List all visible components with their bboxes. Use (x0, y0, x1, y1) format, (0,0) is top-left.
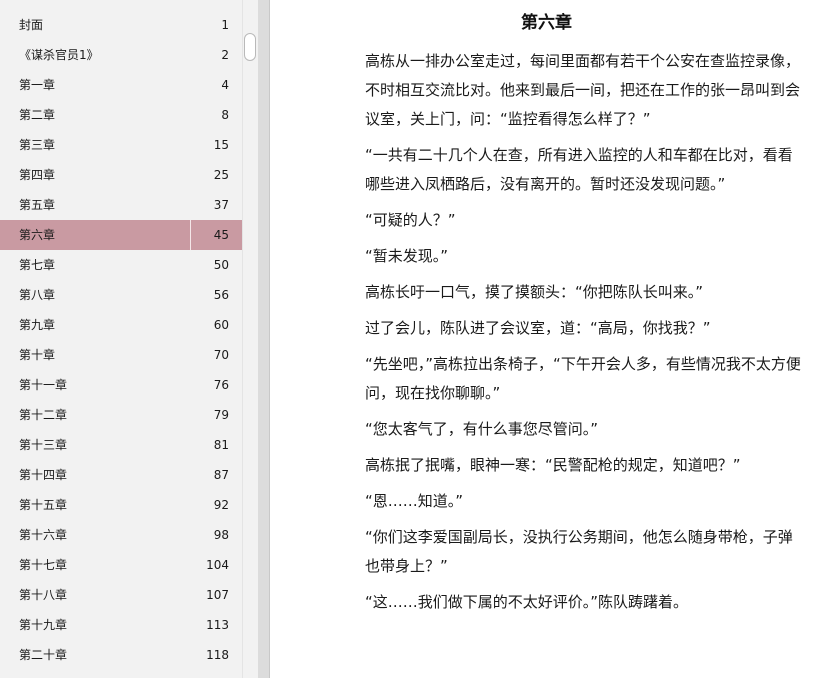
toc-item-page: 45 (213, 228, 229, 242)
toc-item-page: 76 (213, 378, 229, 392)
toc-item-active[interactable]: 第六章 45 (0, 220, 242, 250)
chapter-body: 高栋从一排办公室走过，每间里面都有若干个公安在查监控录像，不时相互交流比对。他来… (365, 47, 805, 624)
panel-splitter[interactable] (258, 0, 270, 678)
paragraph: “你们这李爱国副局长，没执行公务期间，他怎么随身带枪，子弹也带身上？” (365, 528, 793, 575)
toc-item[interactable]: 第十三章 81 (0, 430, 242, 460)
toc-item-page: 107 (206, 588, 229, 602)
toc-item-title: 第九章 (19, 318, 56, 332)
toc-item-page: 81 (213, 438, 229, 452)
toc-item-page: 98 (213, 528, 229, 542)
toc-item-title: 第十七章 (19, 558, 68, 572)
toc-item[interactable]: 第十七章 104 (0, 550, 242, 580)
toc-item-title: 第八章 (19, 288, 56, 302)
toc-item-title: 第十章 (19, 348, 56, 362)
toc-item-title: 第十六章 (19, 528, 68, 542)
paragraph: 高栋抿了抿嘴，眼神一寒：“民警配枪的规定，知道吧？” (365, 456, 741, 474)
toc-item-title: 第二章 (19, 108, 56, 122)
paragraph: “一共有二十几个人在查，所有进入监控的人和车都在比对，看看哪些进入凤栖路后，没有… (365, 146, 793, 193)
toc-item-page: 113 (206, 618, 229, 632)
toc-item-page: 37 (213, 198, 229, 212)
toc-item-page: 2 (221, 48, 229, 62)
toc-item-page: 25 (213, 168, 229, 182)
toc-item[interactable]: 第五章 37 (0, 190, 242, 220)
toc-item-title: 第四章 (19, 168, 56, 182)
toc-scrollbar[interactable] (242, 0, 258, 678)
toc-item[interactable]: 第二十章 118 (0, 640, 242, 670)
toc-item[interactable]: 第八章 56 (0, 280, 242, 310)
chapter-title: 第六章 (521, 13, 572, 33)
toc-item[interactable]: 第十八章 107 (0, 580, 242, 610)
toc-item[interactable]: 封面 1 (0, 10, 242, 40)
toc-item-title: 《谋杀官员1》 (19, 48, 99, 62)
toc-item-title: 第十九章 (19, 618, 68, 632)
paragraph: “可疑的人？” (365, 211, 456, 229)
toc-item[interactable]: 第十九章 113 (0, 610, 242, 640)
toc-item-page: 50 (213, 258, 229, 272)
toc-item-page: 60 (213, 318, 229, 332)
toc-item-page: 1 (221, 18, 229, 32)
toc-item-page: 70 (213, 348, 229, 362)
toc-item[interactable]: 第十六章 98 (0, 520, 242, 550)
toc-item-title: 第二十章 (19, 648, 68, 662)
toc-item-title: 第五章 (19, 198, 56, 212)
paragraph: “恩……知道。” (365, 492, 464, 510)
toc-item-page: 92 (213, 498, 229, 512)
toc-item[interactable]: 第一章 4 (0, 70, 242, 100)
toc-item-page: 87 (213, 468, 229, 482)
paragraph: 高栋长吁一口气，摸了摸额头：“你把陈队长叫来。” (365, 283, 704, 301)
toc-item-title: 封面 (19, 18, 44, 32)
toc-item-title: 第一章 (19, 78, 56, 92)
toc-item[interactable]: 第十四章 87 (0, 460, 242, 490)
toc-item-page: 56 (213, 288, 229, 302)
toc-item-page: 118 (206, 648, 229, 662)
toc-item-page: 15 (213, 138, 229, 152)
toc-item[interactable]: 《谋杀官员1》 2 (0, 40, 242, 70)
toc-item[interactable]: 第四章 25 (0, 160, 242, 190)
toc-item-page: 8 (221, 108, 229, 122)
toc-list: 封面 1 《谋杀官员1》 2 第一章 4 第二章 8 第三章 15 第四章 25 第五章 37 第六章 45 第… (0, 10, 242, 670)
toc-item[interactable]: 第十五章 92 (0, 490, 242, 520)
scrollbar-thumb[interactable] (244, 33, 256, 61)
toc-item-title: 第十二章 (19, 408, 68, 422)
toc-item[interactable]: 第九章 60 (0, 310, 242, 340)
toc-item-page: 79 (213, 408, 229, 422)
toc-item-title: 第十三章 (19, 438, 68, 452)
toc-panel: 封面 1 《谋杀官员1》 2 第一章 4 第二章 8 第三章 15 第四章 25 第五章 37 第六章 45 第… (0, 0, 258, 678)
toc-item-title: 第十五章 (19, 498, 68, 512)
toc-item-page: 104 (206, 558, 229, 572)
toc-item-title: 第十四章 (19, 468, 68, 482)
reader-pane: 第六章 高栋从一排办公室走过，每间里面都有若干个公安在查监控录像，不时相互交流比… (270, 0, 823, 678)
toc-item-title: 第七章 (19, 258, 56, 272)
toc-item[interactable]: 第十章 70 (0, 340, 242, 370)
toc-item[interactable]: 第十二章 79 (0, 400, 242, 430)
paragraph: 高栋从一排办公室走过，每间里面都有若干个公安在查监控录像，不时相互交流比对。他来… (365, 52, 801, 128)
toc-item-title: 第三章 (19, 138, 56, 152)
toc-item-title: 第十八章 (19, 588, 68, 602)
toc-item[interactable]: 第七章 50 (0, 250, 242, 280)
paragraph: “这……我们做下属的不太好评价。”陈队踌躇着。 (365, 593, 689, 611)
paragraph: “暂未发现。” (365, 247, 449, 265)
toc-item[interactable]: 第二章 8 (0, 100, 242, 130)
toc-item-title: 第十一章 (19, 378, 68, 392)
toc-item[interactable]: 第三章 15 (0, 130, 242, 160)
toc-item-title: 第六章 (19, 228, 56, 242)
paragraph: “先坐吧，”高栋拉出条椅子，“下午开会人多，有些情况我不太方便问，现在找你聊聊。… (365, 355, 801, 402)
toc-item[interactable]: 第十一章 76 (0, 370, 242, 400)
paragraph: “您太客气了，有什么事您尽管问。” (365, 420, 599, 438)
toc-item-page: 4 (221, 78, 229, 92)
paragraph: 过了会儿，陈队进了会议室，道：“高局，你找我？” (365, 319, 711, 337)
